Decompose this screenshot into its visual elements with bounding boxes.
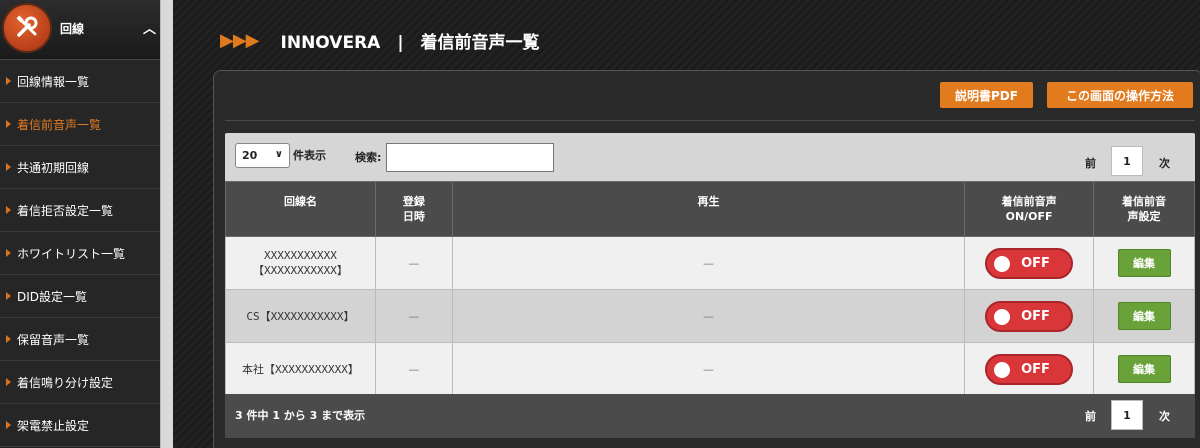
sidebar-item-did[interactable]: DID設定一覧 (0, 275, 160, 318)
sidebar-item-pre-call-voice[interactable]: 着信前音声一覧 (0, 103, 160, 146)
tools-icon (2, 3, 52, 53)
line-name-cell: CS【XXXXXXXXXXX】 (225, 289, 376, 343)
table-row: 本社【XXXXXXXXXXX】 — — OFF 編集 (225, 342, 1195, 396)
pager-page-1[interactable]: 1 (1111, 400, 1143, 430)
records-summary: 3 件中 1 から 3 まで表示 (235, 409, 366, 422)
toggle-label: OFF (1021, 361, 1050, 377)
divider (225, 120, 1195, 121)
col-header-settings[interactable]: 着信前音 声設定 (1093, 181, 1195, 237)
table-footer: 3 件中 1 から 3 まで表示 前 1 次 (225, 394, 1195, 438)
edit-button[interactable]: 編集 (1117, 302, 1171, 330)
sidebar-item-call-block[interactable]: 着信拒否設定一覧 (0, 189, 160, 232)
toggle-label: OFF (1021, 308, 1050, 324)
sidebar-item-label: DID設定一覧 (17, 289, 88, 304)
settings-cell: 編集 (1093, 289, 1195, 343)
page-size-value: 20 (242, 149, 258, 162)
table-row: CS【XXXXXXXXXXX】 — — OFF 編集 (225, 289, 1195, 343)
chevron-down-icon: ∨ (274, 149, 283, 160)
caret-right-icon (6, 120, 11, 128)
sidebar-item-label: ホワイトリスト一覧 (17, 246, 126, 261)
page-size-select[interactable]: 20 ∨ (235, 143, 290, 168)
registered-cell: — (374, 289, 453, 343)
toggle-knob (994, 255, 1011, 272)
caret-right-icon (6, 249, 11, 257)
pager-prev[interactable]: 前 (1085, 408, 1096, 424)
sidebar-item-label: 着信前音声一覧 (17, 117, 102, 132)
col-header-toggle[interactable]: 着信前音声 ON/OFF (964, 181, 1095, 237)
voice-toggle[interactable]: OFF (985, 353, 1074, 385)
sidebar-item-label: 共通初期回線 (17, 160, 90, 175)
pager-next[interactable]: 次 (1159, 408, 1170, 424)
caret-right-icon (6, 421, 11, 429)
sidebar-item-label: 保留音声一覧 (17, 332, 90, 347)
caret-right-icon (6, 292, 11, 300)
table-controls: 20 ∨ 件表示 検索: 前 1 次 (225, 133, 1195, 181)
pager-next[interactable]: 次 (1159, 155, 1170, 171)
sidebar: 回線 ︿ 回線情報一覧 着信前音声一覧 共通初期回線 着信拒否設定一覧 ホワイト… (0, 0, 160, 448)
caret-right-icon (6, 163, 11, 171)
arrows-icon: ▶▶▶ (220, 29, 260, 51)
col-header-registered[interactable]: 登録 日時 (374, 181, 453, 237)
voice-toggle[interactable]: OFF (985, 300, 1074, 332)
edit-button[interactable]: 編集 (1117, 355, 1171, 383)
sidebar-item-label: 回線情報一覧 (17, 74, 90, 89)
line-name-cell: XXXXXXXXXXX 【XXXXXXXXXXX】 (225, 236, 376, 290)
table-row: XXXXXXXXXXX 【XXXXXXXXXXX】 — — OFF 編集 (225, 236, 1195, 290)
sidebar-scrollbar[interactable] (160, 0, 173, 448)
settings-cell: 編集 (1093, 236, 1195, 290)
how-to-button[interactable]: この画面の操作方法 (1047, 82, 1193, 108)
page-header: ▶▶▶ INNOVERA | 着信前音声一覧 (220, 28, 540, 53)
sidebar-header[interactable]: 回線 ︿ (0, 0, 160, 60)
page-size-suffix: 件表示 (293, 149, 326, 162)
sidebar-header-title: 回線 (60, 22, 85, 36)
search-label: 検索: (355, 151, 382, 164)
registered-cell: — (374, 236, 453, 290)
sidebar-item-hold-voice[interactable]: 保留音声一覧 (0, 318, 160, 361)
voice-table: 回線名 登録 日時 再生 着信前音声 ON/OFF 着信前音 声設定 XXXXXXXX… (225, 181, 1195, 396)
play-cell: — (451, 289, 966, 343)
sidebar-item-outbound-block[interactable]: 架電禁止設定 (0, 404, 160, 447)
pager-prev[interactable]: 前 (1085, 155, 1096, 171)
edit-button[interactable]: 編集 (1117, 249, 1171, 277)
caret-right-icon (6, 378, 11, 386)
sidebar-item-label: 着信拒否設定一覧 (17, 203, 114, 218)
col-header-name[interactable]: 回線名 (225, 181, 376, 237)
col-header-play[interactable]: 再生 (451, 181, 966, 237)
page-title: INNOVERA | 着信前音声一覧 (280, 32, 540, 53)
sidebar-item-ring-distribution[interactable]: 着信鳴り分け設定 (0, 361, 160, 404)
play-cell: — (451, 236, 966, 290)
caret-right-icon (6, 335, 11, 343)
table-header-row: 回線名 登録 日時 再生 着信前音声 ON/OFF 着信前音 声設定 (225, 181, 1195, 237)
sidebar-item-line-info[interactable]: 回線情報一覧 (0, 60, 160, 103)
toggle-cell: OFF (964, 289, 1095, 343)
sidebar-item-label: 着信鳴り分け設定 (17, 375, 114, 390)
pager-page-1[interactable]: 1 (1111, 146, 1143, 176)
toggle-cell: OFF (964, 342, 1095, 396)
sidebar-item-whitelist[interactable]: ホワイトリスト一覧 (0, 232, 160, 275)
search-input[interactable] (386, 143, 554, 172)
toggle-cell: OFF (964, 236, 1095, 290)
manual-pdf-button[interactable]: 説明書PDF (940, 82, 1033, 108)
registered-cell: — (374, 342, 453, 396)
settings-cell: 編集 (1093, 342, 1195, 396)
play-cell: — (451, 342, 966, 396)
toggle-knob (994, 308, 1011, 325)
sidebar-item-common-initial-line[interactable]: 共通初期回線 (0, 146, 160, 189)
chevron-up-icon[interactable]: ︿ (143, 18, 156, 37)
voice-toggle[interactable]: OFF (985, 247, 1074, 279)
line-name-cell: 本社【XXXXXXXXXXX】 (225, 342, 376, 396)
caret-right-icon (6, 206, 11, 214)
toggle-label: OFF (1021, 255, 1050, 271)
caret-right-icon (6, 77, 11, 85)
sidebar-item-label: 架電禁止設定 (17, 418, 90, 433)
toggle-knob (994, 361, 1011, 378)
